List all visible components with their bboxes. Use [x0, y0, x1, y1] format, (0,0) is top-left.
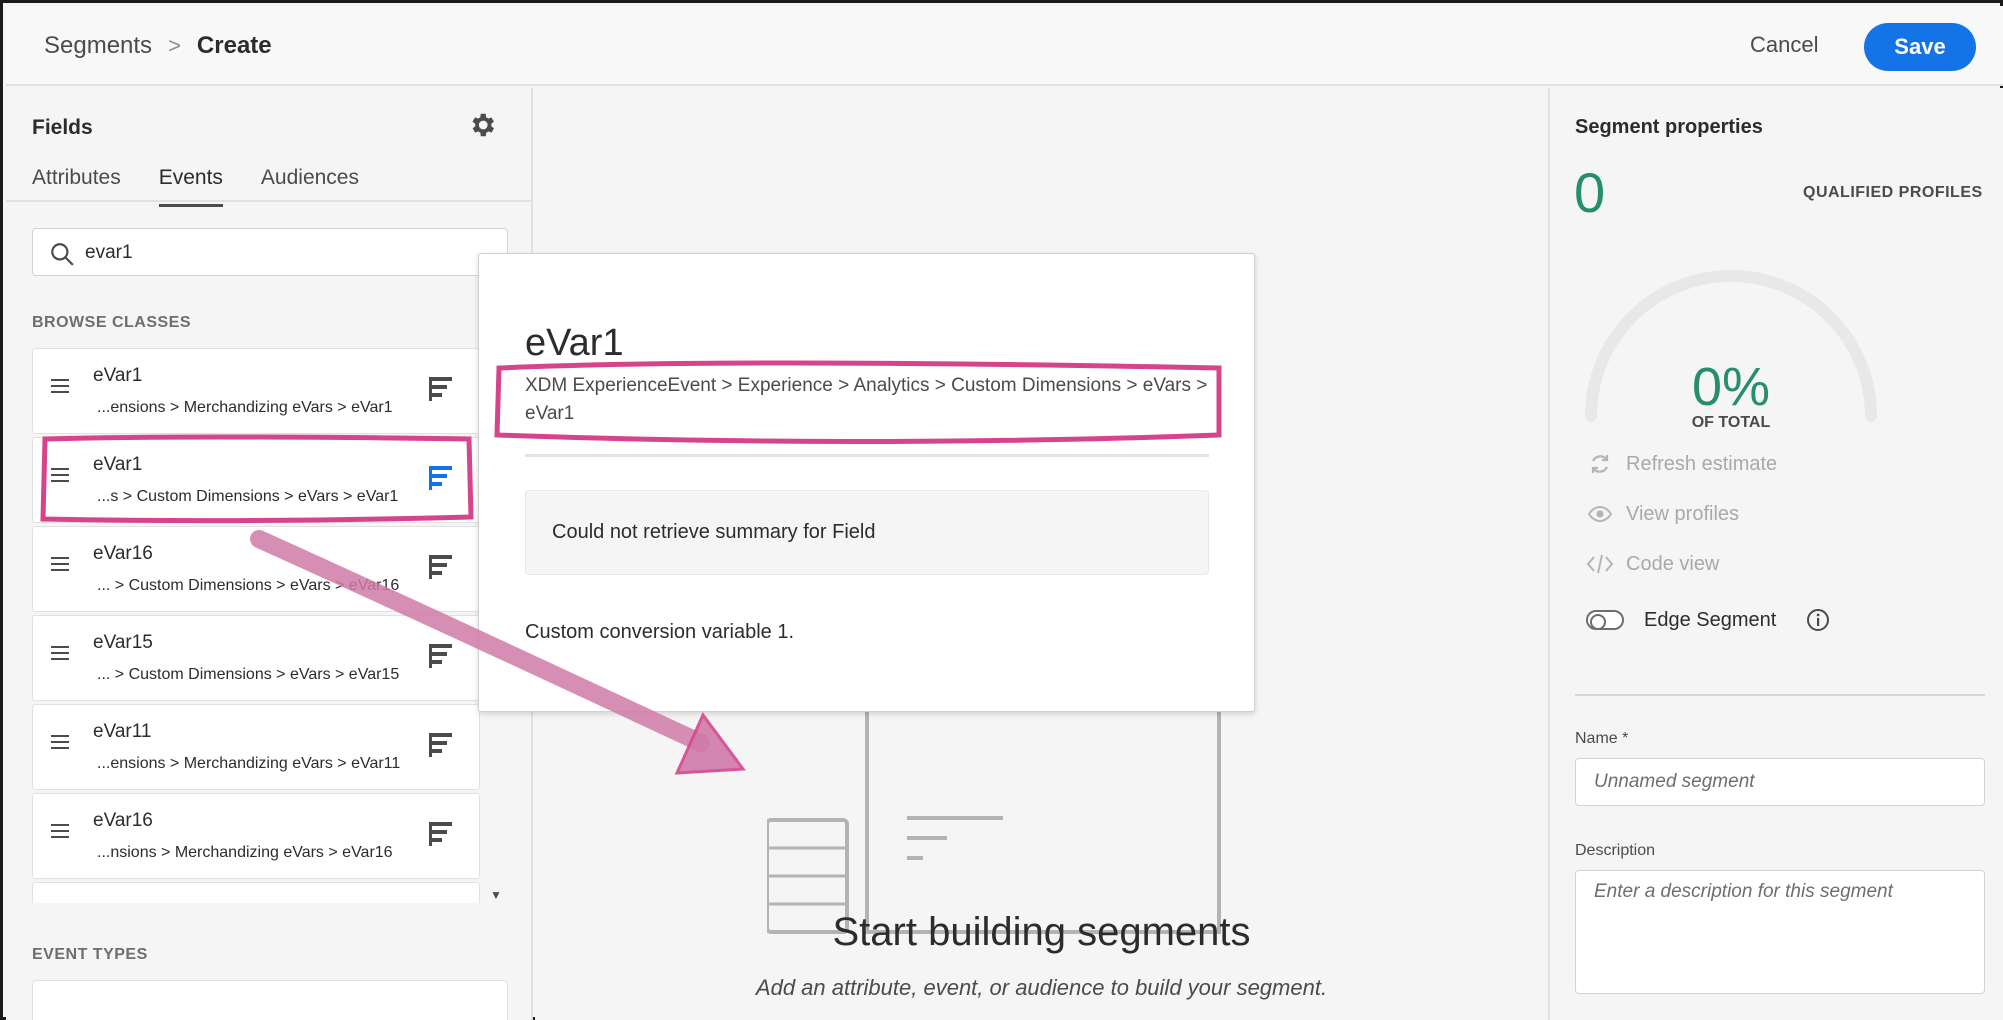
list-item[interactable]: eVar16 ...nsions > Merchandizing eVars >… — [32, 793, 480, 879]
list-item[interactable]: eVar1 ...s > Custom Dimensions > eVars >… — [32, 437, 480, 523]
code-view-label: Code view — [1626, 552, 1720, 575]
popover-field-path: XDM ExperienceEvent > Experience > Analy… — [525, 375, 1208, 424]
summary-message: Could not retrieve summary for Field — [552, 521, 876, 543]
edge-segment-label: Edge Segment — [1644, 608, 1777, 631]
field-info-icon[interactable] — [427, 820, 453, 848]
item-path: ...s > Custom Dimensions > eVars > eVar1 — [97, 488, 399, 505]
properties-title: Segment properties — [1575, 116, 1763, 138]
name-label: Name * — [1575, 730, 1629, 747]
drag-handle-icon[interactable] — [51, 557, 69, 573]
save-button[interactable]: Save — [1864, 23, 1976, 71]
view-profiles-link[interactable]: View profiles — [1586, 502, 1739, 526]
item-name: eVar15 — [93, 632, 153, 653]
edge-segment-toggle[interactable] — [1586, 610, 1624, 630]
search-icon — [51, 243, 74, 266]
popover-summary-box: Could not retrieve summary for Field — [525, 490, 1209, 575]
popover-title: eVar1 — [525, 322, 624, 364]
eye-icon — [1587, 505, 1613, 523]
item-name: eVar16 — [93, 543, 153, 564]
empty-canvas-illustration — [767, 684, 1221, 934]
field-info-icon[interactable] — [427, 553, 453, 581]
breadcrumb-separator: > — [168, 33, 181, 58]
cancel-button[interactable]: Cancel — [1750, 32, 1818, 58]
field-info-icon[interactable] — [427, 375, 453, 403]
refresh-icon — [1591, 455, 1609, 473]
scroll-down-arrow-icon[interactable]: ▼ — [490, 888, 502, 902]
empty-state-title: Start building segments — [832, 910, 1251, 954]
list-item[interactable]: eVar11 ...ensions > Merchandizing eVars … — [32, 704, 480, 790]
drag-handle-icon[interactable] — [51, 735, 69, 751]
field-list: eVar1 ...ensions > Merchandizing eVars >… — [32, 348, 508, 903]
gear-icon[interactable] — [467, 110, 497, 140]
field-search-box: ⌄ — [32, 228, 508, 276]
field-info-icon[interactable] — [427, 464, 453, 492]
top-bar: Segments > Create Cancel Save — [6, 6, 2003, 86]
drag-handle-icon[interactable] — [51, 468, 69, 484]
item-path: ...ensions > Merchandizing eVars > eVar1 — [97, 399, 393, 416]
field-details-popover: eVar1 XDM ExperienceEvent > Experience >… — [478, 253, 1255, 712]
info-circle-icon[interactable] — [1806, 608, 1830, 632]
event-types-label: EVENT TYPES — [32, 946, 148, 963]
qualified-profiles-count: 0 — [1574, 161, 1606, 224]
code-icon — [1586, 554, 1614, 574]
fields-title: Fields — [32, 116, 93, 139]
segment-description-input[interactable] — [1575, 870, 1985, 994]
browse-classes-label: BROWSE CLASSES — [32, 314, 192, 331]
event-types-list[interactable] — [32, 980, 508, 1020]
fields-panel: Fields Attributes Events Audiences ⌄ BRO… — [6, 88, 533, 1020]
item-name: eVar16 — [93, 810, 153, 831]
list-item[interactable]: eVar16 ... > Custom Dimensions > eVars >… — [32, 526, 480, 612]
field-info-icon[interactable] — [427, 642, 453, 670]
item-path: ... > Custom Dimensions > eVars > eVar16 — [97, 577, 400, 594]
popover-description: Custom conversion variable 1. — [525, 621, 795, 643]
description-label: Description — [1575, 842, 1656, 859]
list-item[interactable]: eVar1 ...ensions > Merchandizing eVars >… — [32, 348, 480, 434]
item-path: ...ensions > Merchandizing eVars > eVar1… — [97, 755, 401, 772]
list-item[interactable]: eVar15 ... > Custom Dimensions > eVars >… — [32, 615, 480, 701]
gauge-percent: 0% — [1691, 357, 1771, 417]
drag-handle-icon[interactable] — [51, 379, 69, 395]
empty-state-subtitle: Add an attribute, event, or audience to … — [755, 975, 1328, 1000]
refresh-estimate-label: Refresh estimate — [1626, 452, 1778, 475]
item-name: eVar1 — [93, 365, 143, 386]
breadcrumb-current: Create — [196, 32, 272, 59]
breadcrumb: Segments > Create — [44, 32, 272, 60]
item-path: ...nsions > Merchandizing eVars > eVar16 — [97, 844, 393, 861]
item-path: ... > Custom Dimensions > eVars > eVar15 — [97, 666, 400, 683]
refresh-estimate-link[interactable]: Refresh estimate — [1586, 452, 1777, 476]
view-profiles-label: View profiles — [1626, 502, 1740, 525]
edge-segment-row: Edge Segment — [1586, 608, 1830, 632]
segment-properties-panel: Segment properties 0 QUALIFIED PROFILES … — [1548, 88, 2003, 1020]
drag-handle-icon[interactable] — [51, 646, 69, 662]
popover-divider — [525, 454, 1209, 457]
drag-handle-icon[interactable] — [51, 824, 69, 840]
gauge-percent-label: OF TOTAL — [1691, 414, 1771, 431]
item-name: eVar11 — [93, 721, 152, 742]
properties-divider — [1575, 694, 1985, 696]
list-item-partial[interactable] — [32, 882, 480, 903]
segment-name-input[interactable] — [1575, 758, 1985, 806]
qualified-profiles-label: QUALIFIED PROFILES — [1803, 184, 1983, 201]
tabs-divider — [6, 200, 533, 202]
field-info-icon[interactable] — [427, 731, 453, 759]
search-input[interactable] — [85, 239, 465, 267]
breadcrumb-segments-link[interactable]: Segments — [44, 32, 152, 60]
app-window: Segments > Create Cancel Save Fields Att… — [0, 0, 2003, 1020]
item-name: eVar1 — [93, 454, 143, 475]
code-view-link[interactable]: Code view — [1586, 552, 1719, 576]
